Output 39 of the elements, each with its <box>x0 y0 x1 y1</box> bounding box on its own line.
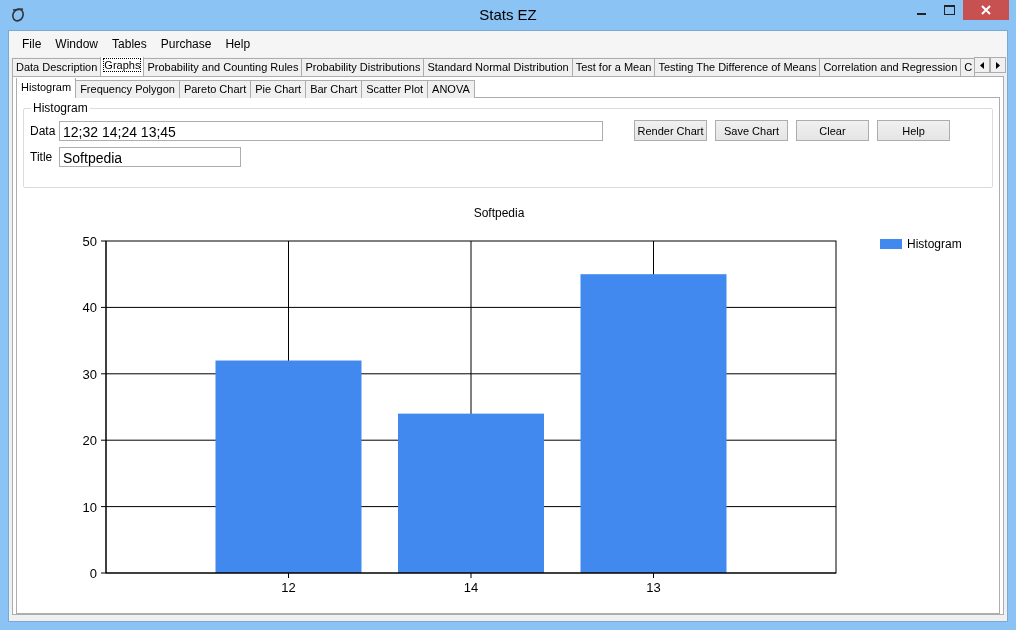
tab[interactable]: Scatter Plot <box>361 80 429 98</box>
window-title: Stats EZ <box>479 6 537 23</box>
menu-item[interactable]: Window <box>48 37 106 51</box>
tab[interactable]: Probability and Counting Rules <box>143 58 303 76</box>
menu-item[interactable]: Purchase <box>153 37 219 51</box>
action-button[interactable]: Render Chart <box>634 120 707 141</box>
axis-label: 10 <box>82 499 97 515</box>
axis-label: 12 <box>281 580 296 595</box>
field-label: Title <box>30 150 54 164</box>
tab[interactable]: Data Description <box>12 58 102 76</box>
tab[interactable]: ANOVA <box>427 80 475 98</box>
menu-item[interactable]: Tables <box>105 37 154 51</box>
axis-label: 14 <box>463 580 479 595</box>
chart-title: Softpedia <box>473 206 525 220</box>
menu-item[interactable]: Help <box>218 37 258 51</box>
input-field[interactable]: Softpedia <box>59 147 241 167</box>
legend-label: Histogram <box>907 237 962 251</box>
axis-label: 0 <box>89 566 97 581</box>
tab[interactable]: Histogram <box>16 78 77 98</box>
group-title: Histogram <box>31 101 90 115</box>
menu-item[interactable]: File <box>15 37 49 51</box>
tab[interactable]: Pareto Chart <box>178 80 252 98</box>
axis-label: 40 <box>82 300 97 316</box>
tab[interactable]: Graphs <box>100 57 145 76</box>
tab[interactable]: Testing The Difference of Means <box>654 58 821 76</box>
axis-label: 13 <box>646 580 661 595</box>
tab[interactable]: Probability Distributions <box>301 58 425 76</box>
axis-label: 30 <box>82 366 97 382</box>
action-button[interactable]: Help <box>877 120 950 141</box>
action-button[interactable]: Save Chart <box>715 120 788 141</box>
tab[interactable]: Frequency Polygon <box>75 80 180 98</box>
axis-label: 20 <box>82 433 97 449</box>
input-field[interactable]: 12;32 14;24 13;45 <box>59 120 603 141</box>
tab[interactable]: Correlation and Regression <box>819 58 962 76</box>
field-label: Data <box>30 123 57 138</box>
axis-label: 50 <box>82 234 97 249</box>
tab[interactable]: Pie Chart <box>250 80 307 98</box>
tab[interactable]: Bar Chart <box>305 80 363 98</box>
action-button[interactable]: Clear <box>796 120 869 141</box>
